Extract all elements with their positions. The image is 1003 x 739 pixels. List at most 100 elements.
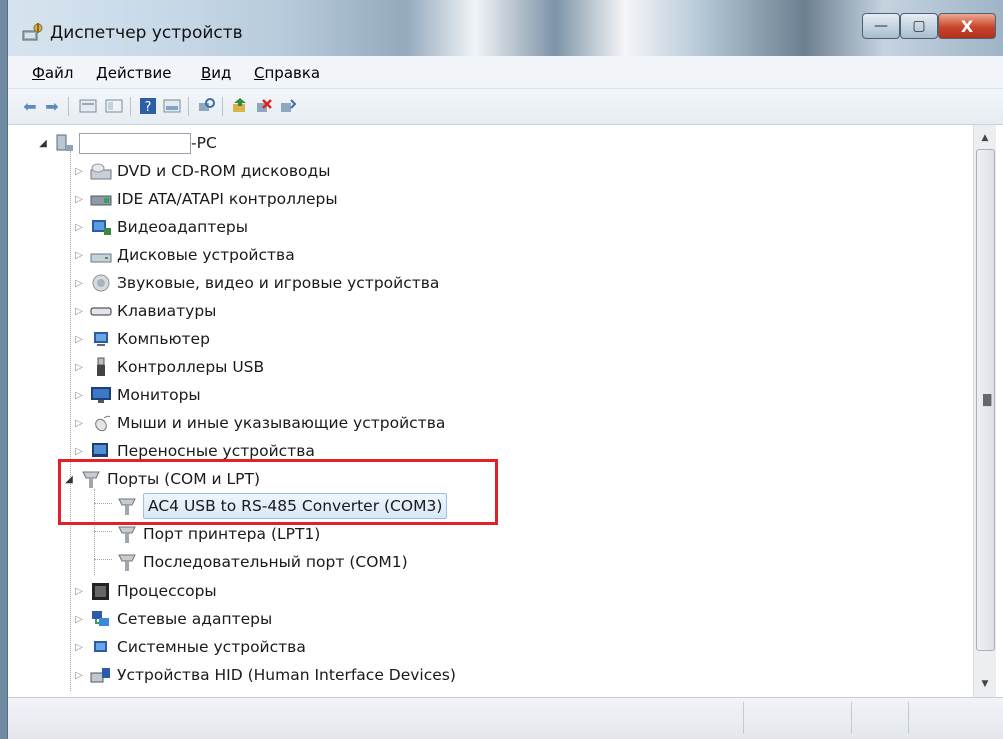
network-adapter-icon [90, 609, 112, 629]
port-icon [116, 552, 138, 572]
mouse-icon [90, 413, 112, 433]
processor-icon [90, 581, 112, 601]
device-manager-icon [22, 22, 44, 42]
expand-icon[interactable]: ▷ [74, 249, 84, 261]
port-icon [116, 524, 138, 544]
expand-icon[interactable]: ▷ [74, 585, 84, 597]
back-arrow-icon[interactable]: ⬅ [20, 96, 40, 116]
menu-bar: Файл Действие Вид Справка [8, 56, 1003, 89]
menu-view[interactable]: Вид [201, 64, 231, 82]
highlight-box [58, 459, 498, 525]
properties-icon[interactable] [78, 96, 98, 116]
title-bar[interactable]: Диспетчер устройств — ▢ X [8, 0, 1003, 56]
tree-category[interactable]: ▷ Мониторы [74, 381, 201, 409]
uninstall-device-icon[interactable] [278, 96, 298, 116]
menu-help[interactable]: Справка [254, 64, 320, 82]
tree-connector [94, 559, 112, 560]
tree-category-label: Звуковые, видео и игровые устройства [117, 274, 440, 292]
scan-hardware-icon[interactable] [196, 96, 216, 116]
expand-icon[interactable]: ▷ [74, 221, 84, 233]
close-button[interactable]: X [938, 13, 996, 39]
tree-category[interactable]: ▷ Дисковые устройства [74, 241, 295, 269]
status-pane [743, 702, 744, 734]
expand-icon[interactable]: ▷ [74, 277, 84, 289]
help-icon[interactable]: ? [138, 96, 158, 116]
tree-category[interactable]: ▷ IDE ATA/ATAPI контроллеры [74, 185, 338, 213]
device-tree[interactable]: ◢ -PC ▷ DVD и CD-ROM дисководы ▷ IDE ATA… [8, 125, 973, 697]
collapse-icon[interactable]: ◢ [38, 137, 48, 149]
minimize-button[interactable]: — [862, 13, 900, 39]
scroll-down-arrow-icon[interactable]: ▼ [974, 673, 996, 695]
vertical-scrollbar[interactable]: ▲ ▬ ▬ ▬ ▼ [973, 125, 996, 697]
expand-icon[interactable]: ▷ [74, 193, 84, 205]
tree-category-label: Устройства HID (Human Interface Devices) [117, 666, 456, 684]
expand-icon[interactable]: ▷ [74, 305, 84, 317]
tree-category[interactable]: ▷ Видеоадаптеры [74, 213, 248, 241]
tree-category-label: Сетевые адаптеры [117, 610, 273, 628]
usb-icon [90, 357, 112, 377]
device-manager-window: Диспетчер устройств — ▢ X Файл Действие … [8, 0, 1003, 739]
menu-action[interactable]: Действие [96, 64, 172, 82]
tree-category-label: Видеоадаптеры [117, 218, 248, 236]
tree-category-label: Клавиатуры [117, 302, 217, 320]
tree-category-label: Системные устройства [117, 638, 306, 656]
tree-category[interactable]: ▷ Звуковые, видео и игровые устройства [74, 269, 439, 297]
toolbar-separator [188, 97, 189, 116]
show-hidden-icon[interactable] [162, 96, 182, 116]
tree-category[interactable]: ▷ DVD и CD-ROM дисководы [74, 157, 330, 185]
expand-icon[interactable]: ▷ [74, 613, 84, 625]
keyboard-icon [90, 301, 112, 321]
grip-icon: ▬ ▬ ▬ [982, 389, 993, 410]
tree-category-label: Процессоры [117, 582, 217, 600]
ide-controller-icon [90, 189, 112, 209]
tree-category[interactable]: ▷ Компьютер [74, 325, 210, 353]
disable-device-icon[interactable] [254, 96, 274, 116]
tree-connector [70, 151, 71, 691]
tree-category-label: DVD и CD-ROM дисководы [117, 162, 331, 180]
tree-category-label: Контроллеры USB [117, 358, 265, 376]
tree-category-label: IDE ATA/ATAPI контроллеры [117, 190, 338, 208]
tree-category-label: Переносные устройства [117, 442, 315, 460]
scrollbar-thumb[interactable]: ▬ ▬ ▬ [976, 149, 995, 651]
computer-icon [90, 329, 112, 349]
expand-icon[interactable]: ▷ [74, 333, 84, 345]
tree-category[interactable]: ▷ Устройства HID (Human Interface Device… [74, 661, 456, 689]
hid-icon [90, 665, 112, 685]
tree-category-label: Компьютер [117, 330, 210, 348]
tree-category[interactable]: ▷ Контроллеры USB [74, 353, 264, 381]
menu-file[interactable]: Файл [32, 64, 73, 82]
tree-category[interactable]: ▷ Системные устройства [74, 633, 306, 661]
expand-icon[interactable]: ▷ [74, 669, 84, 681]
expand-icon[interactable]: ▷ [74, 361, 84, 373]
status-pane [908, 702, 909, 734]
toolbar-separator [222, 97, 223, 116]
tree-root-label: -PC [191, 134, 217, 152]
svg-text:?: ? [145, 100, 152, 115]
maximize-icon: ▢ [912, 18, 926, 34]
speaker-icon [90, 273, 112, 293]
tree-root[interactable]: ◢ -PC [38, 129, 217, 157]
tree-device-label: Последовательный порт (COM1) [143, 553, 408, 571]
expand-icon[interactable]: ▷ [74, 641, 84, 653]
expand-icon[interactable]: ▷ [74, 165, 84, 177]
tree-category[interactable]: ▷ Клавиатуры [74, 297, 216, 325]
status-bar [8, 697, 1003, 739]
disk-drive-icon [90, 245, 112, 265]
expand-icon[interactable]: ▷ [74, 445, 84, 457]
expand-icon[interactable]: ▷ [74, 417, 84, 429]
tree-device-label: Порт принтера (LPT1) [143, 525, 321, 543]
window-title: Диспетчер устройств [50, 23, 243, 43]
maximize-button[interactable]: ▢ [900, 13, 938, 39]
view-icon[interactable] [104, 96, 124, 116]
scroll-up-arrow-icon[interactable]: ▲ [974, 127, 996, 149]
tree-category[interactable]: ▷ Мыши и иные указывающие устройства [74, 409, 445, 437]
forward-arrow-icon[interactable]: ➡ [42, 96, 62, 116]
update-driver-icon[interactable] [230, 96, 250, 116]
portable-device-icon [90, 441, 112, 461]
tree-category[interactable]: ▷ Сетевые адаптеры [74, 605, 272, 633]
tree-category[interactable]: ▷ Процессоры [74, 577, 217, 605]
tree-device[interactable]: Последовательный порт (COM1) [116, 548, 408, 576]
expand-icon[interactable]: ▷ [74, 389, 84, 401]
computer-icon [52, 133, 74, 153]
toolbar-separator [130, 97, 131, 116]
